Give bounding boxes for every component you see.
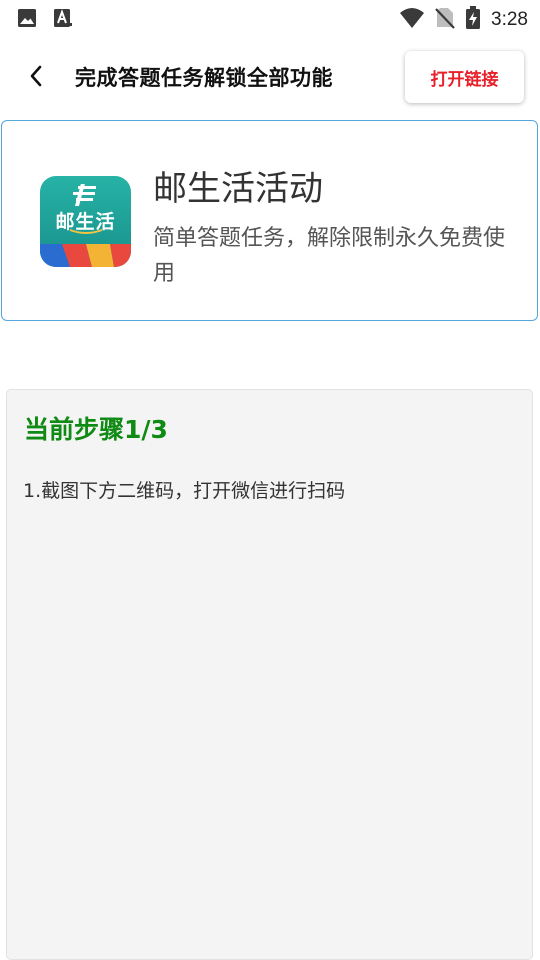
step-title: 当前步骤1/3 xyxy=(24,415,168,444)
app-logo-icon: 邮生活 xyxy=(40,176,131,267)
status-bar: 3:28 xyxy=(0,0,540,36)
open-link-button[interactable]: 打开链接 xyxy=(405,51,524,103)
no-sim-icon xyxy=(435,7,455,33)
gallery-icon xyxy=(17,8,37,32)
battery-charging-icon xyxy=(465,6,481,34)
chevron-left-icon xyxy=(28,64,44,92)
app-icon-text: 邮生活 xyxy=(55,211,116,233)
page-title: 完成答题任务解锁全部功能 xyxy=(75,66,333,90)
text-a-icon xyxy=(53,8,73,32)
status-time: 3:28 xyxy=(491,9,528,30)
header-bar: 完成答题任务解锁全部功能 打开链接 xyxy=(0,44,540,112)
wifi-icon xyxy=(399,7,425,33)
app-name: 邮生活活动 xyxy=(153,169,323,209)
step-instruction: 1.截图下方二维码，打开微信进行扫码 xyxy=(23,480,346,502)
app-info-card: 邮生活 邮生活活动 简单答题任务，解除限制永久免费使用 xyxy=(1,120,538,321)
app-description: 简单答题任务，解除限制永久免费使用 xyxy=(153,226,506,286)
back-button[interactable] xyxy=(20,62,52,94)
step-panel: 当前步骤1/3 1.截图下方二维码，打开微信进行扫码 xyxy=(6,389,533,960)
